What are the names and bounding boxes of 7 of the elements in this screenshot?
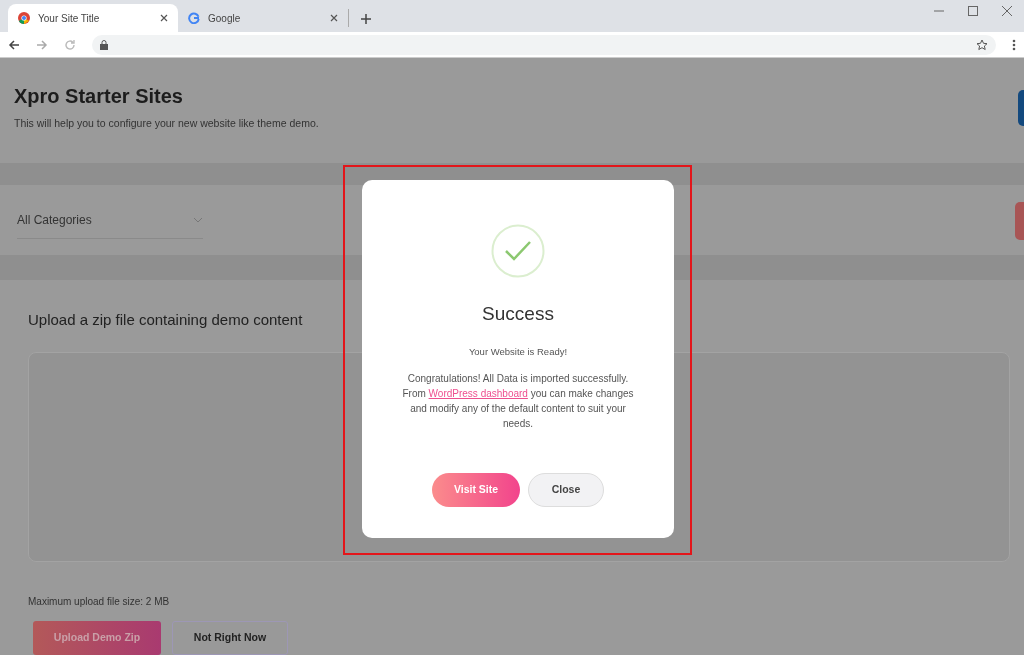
page-title: Xpro Starter Sites bbox=[14, 84, 184, 108]
page-subtitle: This will help you to configure your new website like theme demo. bbox=[14, 116, 320, 131]
dialog-message: Congratulations! All Data is imported successfully. From WordPress dashboard you can make changes and modify any of the default content to suit your needs. bbox=[402, 371, 634, 431]
dialog-title: Success bbox=[481, 302, 555, 326]
dialog-subtitle: Your Website is Ready! bbox=[467, 344, 569, 359]
upload-heading: Upload a zip file containing demo content bbox=[28, 310, 303, 330]
upload-size-note: Maximum upload file size: 2 MB bbox=[28, 595, 171, 609]
